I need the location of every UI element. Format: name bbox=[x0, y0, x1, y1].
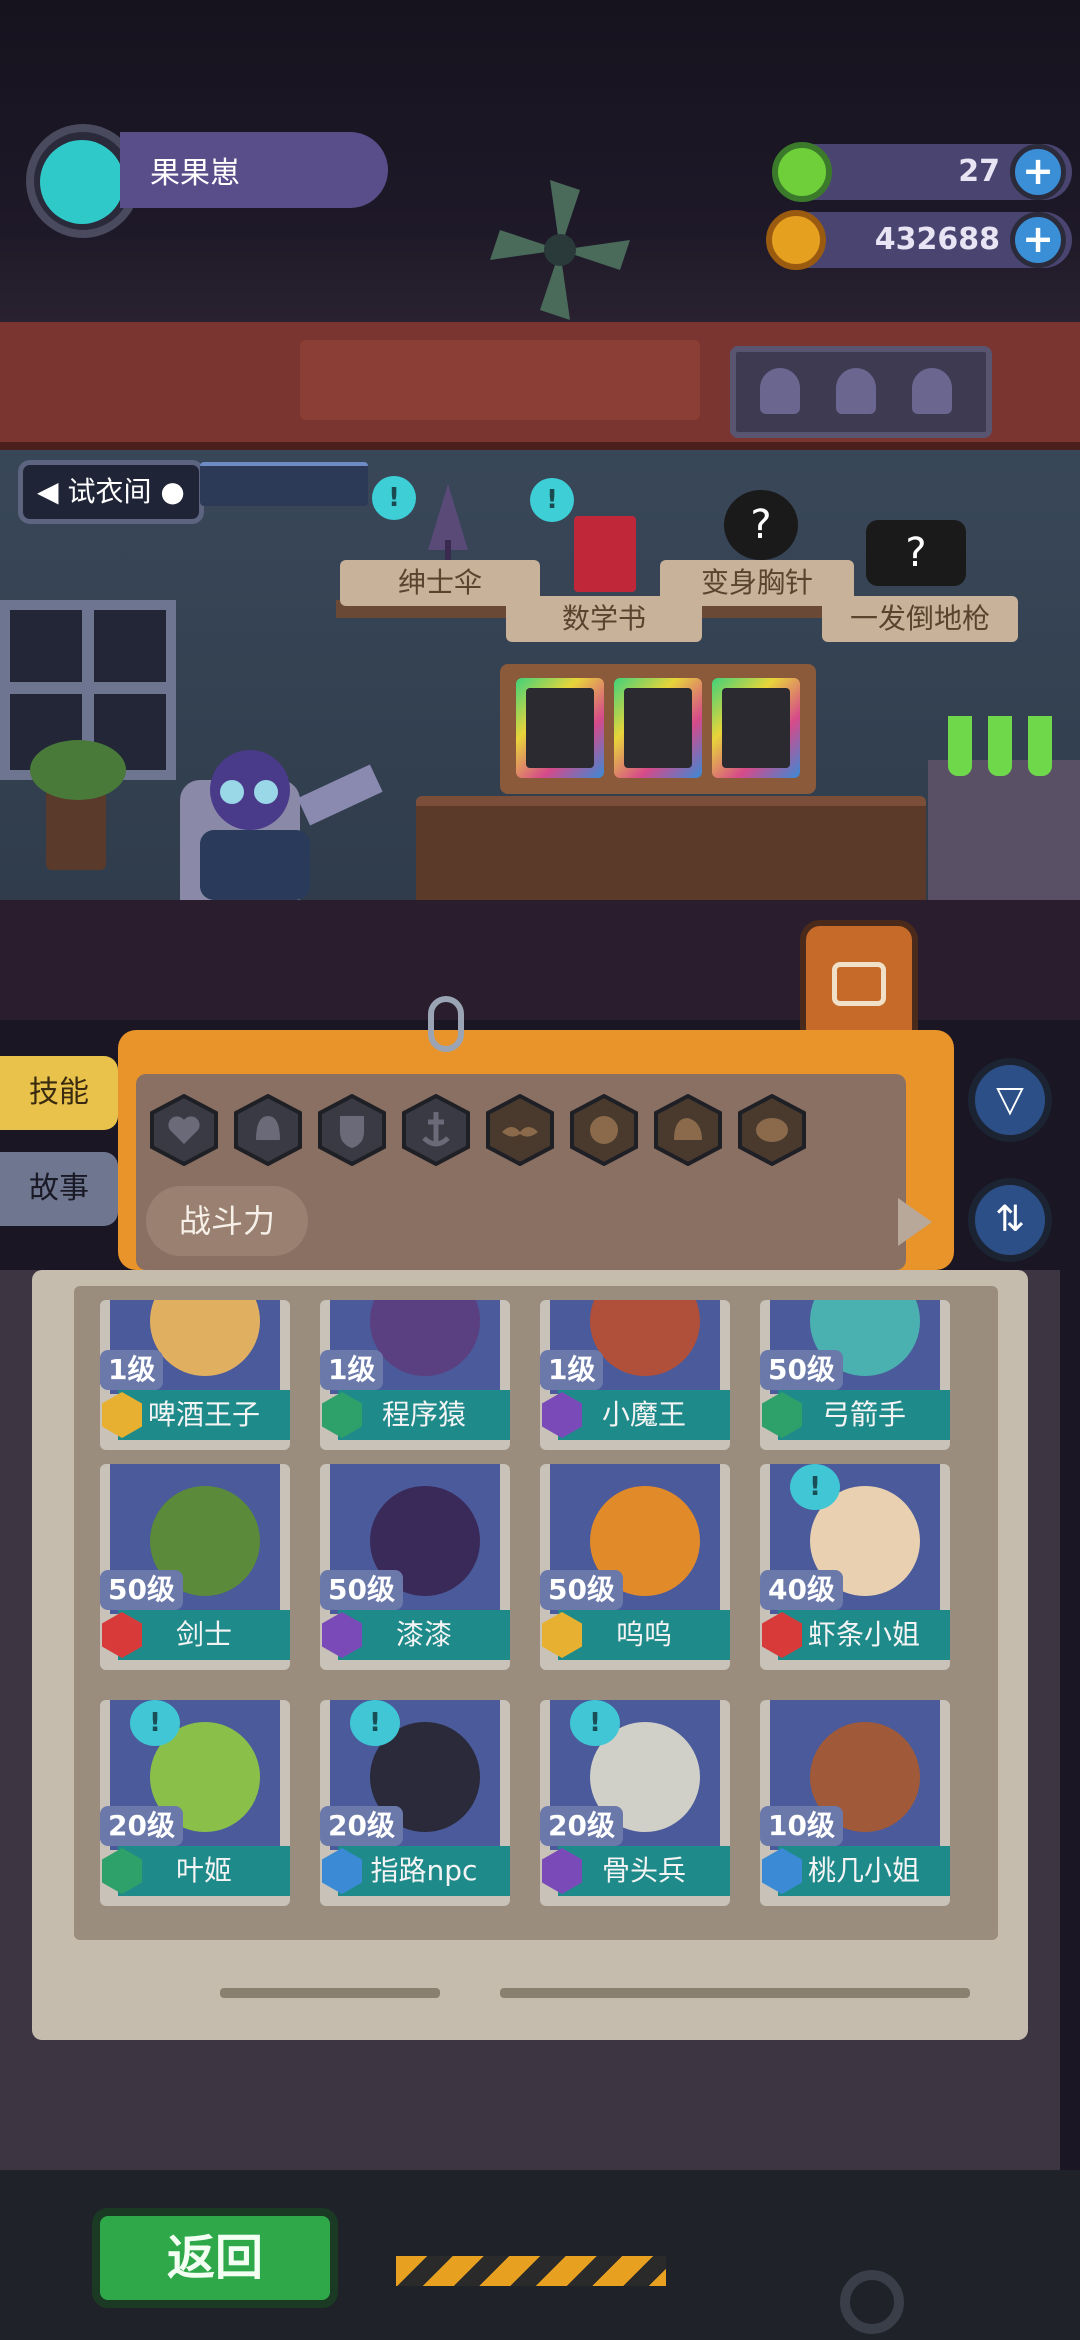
character-card[interactable]: 弓箭手 50级 bbox=[760, 1300, 950, 1450]
sort-order-button[interactable]: ⇅ bbox=[968, 1178, 1052, 1262]
character-card[interactable]: 小魔王 1级 bbox=[540, 1300, 730, 1450]
beam-panel bbox=[300, 340, 700, 420]
notice-bubble-icon[interactable]: ! bbox=[372, 476, 416, 520]
light-tube bbox=[200, 462, 368, 506]
character-name: 程序猿 bbox=[338, 1390, 510, 1440]
tab-skills[interactable]: 技能 bbox=[0, 1056, 118, 1130]
notice-bubble-icon: ! bbox=[790, 1464, 840, 1510]
character-name: 虾条小姐 bbox=[778, 1610, 950, 1660]
mystery-gun-icon[interactable]: ? bbox=[866, 520, 966, 586]
character-card[interactable]: 桃几小姐 10级 bbox=[760, 1700, 950, 1906]
character-level: 40级 bbox=[760, 1570, 843, 1610]
shield-icon[interactable] bbox=[316, 1093, 388, 1167]
mystery-brooch-icon[interactable]: ? bbox=[724, 490, 798, 560]
character-level: 20级 bbox=[540, 1806, 623, 1846]
character-level: 1级 bbox=[100, 1350, 164, 1390]
back-button[interactable]: 返回 bbox=[92, 2208, 338, 2308]
sort-by-power-button[interactable]: 战斗力 bbox=[146, 1186, 308, 1256]
tab-story[interactable]: 故事 bbox=[0, 1152, 118, 1226]
character-name: 剑士 bbox=[118, 1610, 290, 1660]
mustache-icon[interactable] bbox=[484, 1093, 556, 1167]
character-card[interactable]: 叶姬 20级! bbox=[100, 1700, 290, 1906]
shelf-item-label: 一发倒地枪 bbox=[822, 596, 1018, 642]
potion-rack bbox=[928, 716, 1080, 920]
anchor-icon[interactable] bbox=[400, 1093, 472, 1167]
ghost-icon bbox=[760, 368, 800, 414]
hazard-stripe bbox=[396, 2256, 666, 2286]
book-icon[interactable] bbox=[574, 516, 636, 592]
add-coins-button[interactable]: + bbox=[1010, 212, 1066, 268]
character-name: 指路npc bbox=[338, 1846, 510, 1896]
character-card[interactable]: 骨头兵 20级! bbox=[540, 1700, 730, 1906]
character-name: 呜呜 bbox=[558, 1610, 730, 1660]
character-name: 漆漆 bbox=[338, 1610, 510, 1660]
character-level: 50级 bbox=[320, 1570, 403, 1610]
character-level: 1级 bbox=[320, 1350, 384, 1390]
dial-icon bbox=[840, 2270, 904, 2334]
character-card[interactable]: 呜呜 50级 bbox=[540, 1464, 730, 1670]
coin-count: 432688 bbox=[874, 222, 1000, 257]
paperclip-icon bbox=[428, 996, 464, 1052]
character-card[interactable]: 程序猿 1级 bbox=[320, 1300, 510, 1450]
gem-icon bbox=[772, 142, 832, 202]
character-level: 20级 bbox=[320, 1806, 403, 1846]
ghost-icon bbox=[836, 368, 876, 414]
coin-icon bbox=[766, 210, 826, 270]
dressing-room-button[interactable]: ◀ 试衣间 ● bbox=[18, 460, 204, 524]
character-card[interactable]: 剑士 50级 bbox=[100, 1464, 290, 1670]
character-card[interactable]: 漆漆 50级 bbox=[320, 1464, 510, 1670]
ghost-display bbox=[730, 346, 992, 438]
heart-icon[interactable] bbox=[148, 1093, 220, 1167]
character-card[interactable]: 指路npc 20级! bbox=[320, 1700, 510, 1906]
character-name: 骨头兵 bbox=[558, 1846, 730, 1896]
notice-bubble-icon[interactable]: ! bbox=[530, 478, 574, 522]
notice-bubble-icon: ! bbox=[350, 1700, 400, 1746]
character-level: 50级 bbox=[100, 1570, 183, 1610]
character-card[interactable]: 啤酒王子 1级 bbox=[100, 1300, 290, 1450]
brain-icon[interactable] bbox=[736, 1093, 808, 1167]
dressing-room-label: 试衣间 bbox=[67, 475, 152, 508]
photo-frame[interactable] bbox=[614, 678, 702, 778]
character-name: 弓箭手 bbox=[778, 1390, 950, 1440]
notice-bubble-icon: ! bbox=[130, 1700, 180, 1746]
character-card[interactable]: 虾条小姐 40级! bbox=[760, 1464, 950, 1670]
cat-avatar-icon bbox=[40, 140, 124, 224]
muscle-icon[interactable] bbox=[652, 1093, 724, 1167]
room-floor bbox=[0, 900, 1080, 1020]
fan-decoration bbox=[480, 170, 640, 330]
character-name: 小魔王 bbox=[558, 1390, 730, 1440]
plant-icon bbox=[30, 740, 126, 800]
page-scribble bbox=[220, 1980, 980, 2004]
gem-count: 27 bbox=[958, 154, 1000, 189]
character-name: 桃几小姐 bbox=[778, 1846, 950, 1896]
smile-icon[interactable] bbox=[568, 1093, 640, 1167]
add-gems-button[interactable]: + bbox=[1010, 144, 1066, 200]
character-level: 50级 bbox=[540, 1570, 623, 1610]
photo-frames bbox=[500, 664, 816, 794]
character-name: 啤酒王子 bbox=[118, 1390, 290, 1440]
character-level: 20级 bbox=[100, 1806, 183, 1846]
next-arrow-icon[interactable] bbox=[898, 1198, 932, 1246]
character-level: 50级 bbox=[760, 1350, 843, 1390]
character-name: 叶姬 bbox=[118, 1846, 290, 1896]
character-level: 10级 bbox=[760, 1806, 843, 1846]
filter-button[interactable]: ▽ bbox=[968, 1058, 1052, 1142]
notice-bubble-icon: ! bbox=[570, 1700, 620, 1746]
ghost-icon bbox=[912, 368, 952, 414]
character-level: 1级 bbox=[540, 1350, 604, 1390]
photo-frame[interactable] bbox=[516, 678, 604, 778]
player-name: 果果崽 bbox=[150, 156, 240, 191]
photo-frame[interactable] bbox=[712, 678, 800, 778]
bell-icon[interactable] bbox=[232, 1093, 304, 1167]
